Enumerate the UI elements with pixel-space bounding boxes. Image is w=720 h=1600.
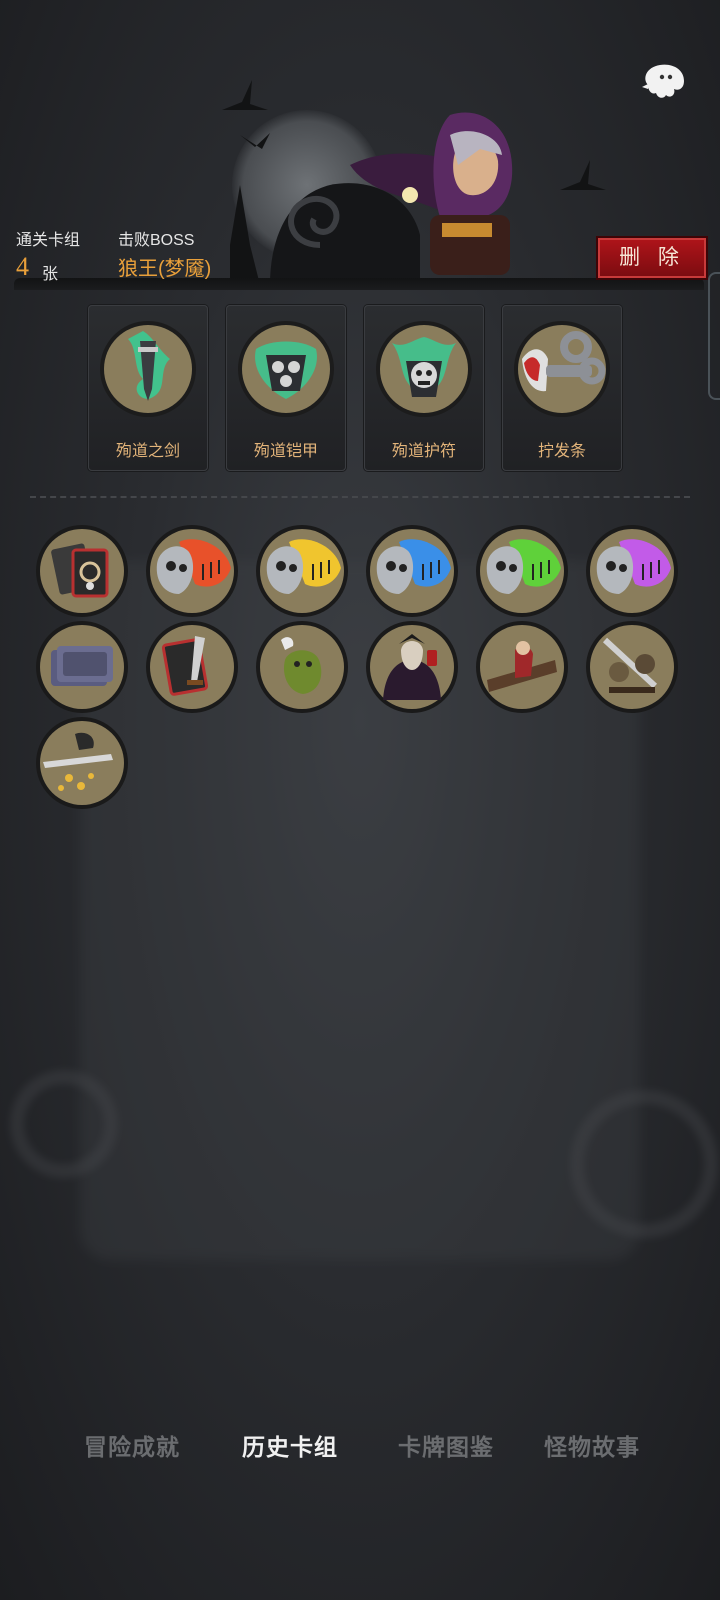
defeated-boss-label: 击败BOSS [118, 232, 195, 249]
martyr-amulet-icon [376, 321, 472, 417]
relic-sword-card[interactable] [145, 620, 239, 714]
tab-card-compendium[interactable]: 卡牌图鉴 [398, 1428, 494, 1462]
cleared-decks-label: 通关卡组 [16, 232, 81, 249]
side-handle[interactable] [708, 272, 720, 400]
relic-blue-skull[interactable] [365, 524, 459, 618]
green-flame-skull-icon [476, 525, 568, 617]
relic-ghost-ogre[interactable] [255, 620, 349, 714]
relic-green-skull[interactable] [475, 524, 569, 618]
cleared-decks-stat: 通关卡组 4 张 [16, 226, 81, 283]
relic-red-skull[interactable] [145, 524, 239, 618]
equipment-name: 殉道之剑 [115, 443, 180, 460]
card-deck-icon [36, 525, 128, 617]
tab-monster-stories[interactable]: 怪物故事 [544, 1428, 640, 1462]
relic-card-deck[interactable] [35, 524, 129, 618]
relic-yellow-skull[interactable] [255, 524, 349, 618]
purple-flame-skull-icon [586, 525, 678, 617]
relic-pirate-girl[interactable] [475, 620, 569, 714]
delete-button[interactable]: 删 除 [596, 236, 708, 280]
bat-icon [560, 160, 606, 190]
martyr-sword-icon [100, 321, 196, 417]
relic-purple-skull[interactable] [585, 524, 679, 618]
tab-adventure-achievements[interactable]: 冒险成就 [84, 1428, 180, 1462]
relic-card-stack[interactable] [35, 620, 129, 714]
tab-history-decks[interactable]: 历史卡组 [242, 1428, 338, 1462]
equipment-card[interactable]: 殉道铠甲 [226, 305, 346, 471]
defeated-boss-stat: 击败BOSS 狼王(梦魇) [118, 226, 211, 280]
yellow-flame-skull-icon [256, 525, 348, 617]
vampire-icon [366, 621, 458, 713]
defeated-boss-name: 狼王(梦魇) [118, 258, 212, 280]
background-clock [570, 1090, 718, 1238]
warrior-battle-icon [586, 621, 678, 713]
relic-warrior-battle[interactable] [585, 620, 679, 714]
relic-vampire[interactable] [365, 620, 459, 714]
pirate-girl-icon [476, 621, 568, 713]
martyr-armor-icon [238, 321, 334, 417]
equipment-card[interactable]: 殉道护符 [364, 305, 484, 471]
sword-card-icon [146, 621, 238, 713]
bat-icon [222, 80, 268, 110]
bottom-tab-bar: 冒险成就 历史卡组 卡牌图鉴 怪物故事 [0, 1428, 720, 1478]
relic-sword-coins[interactable] [35, 716, 129, 810]
equipment-name: 殉道铠甲 [253, 443, 318, 460]
background-swirl [10, 1070, 118, 1178]
red-flame-skull-icon [146, 525, 238, 617]
card-stack-icon [36, 621, 128, 713]
sword-coins-icon [36, 717, 128, 809]
equipment-card[interactable]: 拧发条 [502, 305, 622, 471]
equipment-row: 殉道之剑 殉道铠甲 殉道护符 拧发条 [88, 305, 636, 475]
cleared-decks-unit: 张 [42, 266, 59, 283]
hooded-hero-icon [350, 112, 513, 275]
wind-up-key-icon [514, 321, 610, 417]
ghost-ogre-icon [256, 621, 348, 713]
blue-flame-skull-icon [366, 525, 458, 617]
section-divider [30, 496, 690, 498]
equipment-name: 殉道护符 [391, 443, 456, 460]
cleared-decks-count: 4 [16, 252, 29, 281]
equipment-card[interactable]: 殉道之剑 [88, 305, 208, 471]
equipment-name: 拧发条 [537, 443, 586, 460]
